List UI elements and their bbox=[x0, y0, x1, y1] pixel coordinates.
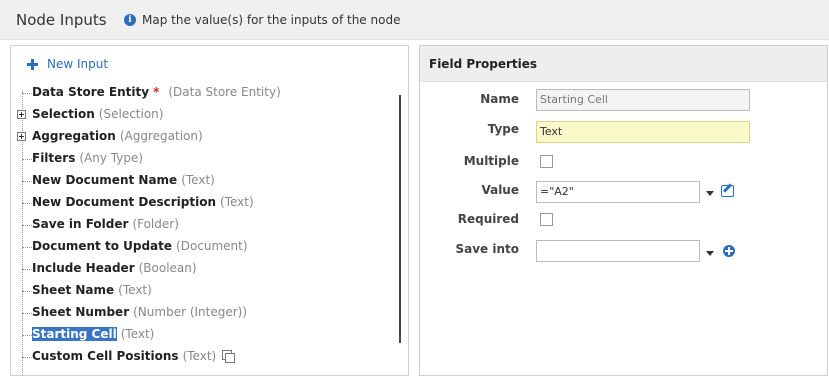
inputs-tree: Data Store Entity * (Data Store Entity) … bbox=[11, 83, 397, 375]
tree-item-name: Include Header bbox=[32, 261, 135, 275]
tree-item-data-store-entity[interactable]: Data Store Entity * (Data Store Entity) bbox=[11, 83, 397, 105]
tree-item-type: (Folder) bbox=[132, 217, 179, 231]
field-properties-header: Field Properties bbox=[420, 46, 827, 82]
tree-item-name: Sheet Name bbox=[32, 283, 115, 297]
tree-item-document-to-update[interactable]: Document to Update (Document) bbox=[11, 237, 397, 259]
name-label: Name bbox=[480, 92, 519, 106]
expand-toggle[interactable] bbox=[17, 110, 26, 119]
page-title: Node Inputs bbox=[16, 11, 107, 29]
required-label: Required bbox=[457, 212, 519, 226]
tree-item-name: Selection bbox=[32, 107, 95, 121]
tree-item-aggregation[interactable]: Aggregation (Aggregation) bbox=[11, 127, 397, 149]
expand-toggle[interactable] bbox=[17, 132, 26, 141]
save-into-input[interactable] bbox=[536, 240, 700, 262]
tree-item-type: (Data Store Entity) bbox=[168, 85, 281, 99]
tree-item-type: (Text) bbox=[181, 173, 215, 187]
tree-item-type: (Aggregation) bbox=[119, 129, 203, 143]
node-inputs-header: Node Inputs i Map the value(s) for the i… bbox=[0, 0, 829, 40]
info-message: i Map the value(s) for the inputs of the… bbox=[124, 13, 400, 27]
chevron-down-icon[interactable] bbox=[706, 251, 714, 256]
tree-item-name-selected: Starting Cell bbox=[32, 327, 117, 341]
tree-item-filters[interactable]: Filters (Any Type) bbox=[11, 149, 397, 171]
type-label: Type bbox=[487, 122, 519, 136]
tree-item-selection[interactable]: Selection (Selection) bbox=[11, 105, 397, 127]
tree-item-type: (Text) bbox=[118, 283, 152, 297]
plus-icon bbox=[27, 58, 38, 70]
required-marker: * bbox=[153, 85, 160, 99]
multiple-label: Multiple bbox=[463, 154, 519, 168]
tree-item-type: (Boolean) bbox=[138, 261, 197, 275]
info-icon: i bbox=[124, 14, 136, 26]
tree-item-custom-cell-positions[interactable]: Custom Cell Positions (Text) bbox=[11, 347, 397, 369]
new-input-button[interactable]: New Input bbox=[27, 57, 108, 71]
tree-item-save-in-folder[interactable]: Save in Folder (Folder) bbox=[11, 215, 397, 237]
required-checkbox[interactable] bbox=[540, 213, 553, 226]
tree-item-name: Data Store Entity bbox=[32, 85, 150, 99]
tree-item-new-document-description[interactable]: New Document Description (Text) bbox=[11, 193, 397, 215]
tree-item-name: New Document Name bbox=[32, 173, 178, 187]
value-input[interactable]: ="A2" bbox=[536, 181, 700, 203]
tree-item-name: Sheet Number bbox=[32, 305, 130, 319]
tree-item-type: (Text) bbox=[120, 327, 155, 341]
tree-item-name: New Document Description bbox=[32, 195, 217, 209]
edit-icon[interactable] bbox=[721, 185, 734, 197]
tree-item-type: (Number (Integer)) bbox=[133, 305, 248, 319]
tree-item-new-document-name[interactable]: New Document Name (Text) bbox=[11, 171, 397, 193]
tree-item-type: (Text) bbox=[182, 349, 217, 363]
chevron-down-icon[interactable] bbox=[706, 191, 714, 196]
tree-item-starting-cell[interactable]: Starting Cell (Text) bbox=[11, 325, 397, 347]
copy-icon[interactable] bbox=[222, 350, 236, 363]
add-circle-icon[interactable] bbox=[723, 245, 735, 257]
tree-item-type: (Text) bbox=[220, 195, 254, 209]
name-field: Starting Cell bbox=[536, 89, 750, 111]
save-into-label: Save into bbox=[455, 242, 519, 256]
value-label: Value bbox=[481, 183, 519, 197]
tree-item-name: Save in Folder bbox=[32, 217, 129, 231]
type-field: Text bbox=[536, 121, 750, 143]
tree-item-sheet-number[interactable]: Sheet Number (Number (Integer)) bbox=[11, 303, 397, 325]
tree-item-sheet-name[interactable]: Sheet Name (Text) bbox=[11, 281, 397, 303]
new-input-label: New Input bbox=[47, 57, 109, 71]
tree-item-name: Aggregation bbox=[32, 129, 116, 143]
field-properties-panel: Field Properties Name Starting Cell Type… bbox=[419, 45, 828, 376]
multiple-checkbox[interactable] bbox=[540, 155, 553, 168]
tree-scrollbar[interactable] bbox=[399, 95, 401, 343]
tree-item-name: Filters bbox=[32, 151, 76, 165]
inputs-panel: New Input Data Store Entity * (Data Stor… bbox=[10, 45, 409, 376]
field-properties-title: Field Properties bbox=[429, 57, 538, 71]
tree-item-type: (Any Type) bbox=[79, 151, 144, 165]
tree-item-type: (Selection) bbox=[98, 107, 164, 121]
tree-item-include-header[interactable]: Include Header (Boolean) bbox=[11, 259, 397, 281]
tree-item-name: Document to Update bbox=[32, 239, 173, 253]
info-text: Map the value(s) for the inputs of the n… bbox=[142, 13, 401, 27]
tree-item-name: Custom Cell Positions bbox=[32, 349, 179, 363]
tree-item-type: (Document) bbox=[176, 239, 248, 253]
